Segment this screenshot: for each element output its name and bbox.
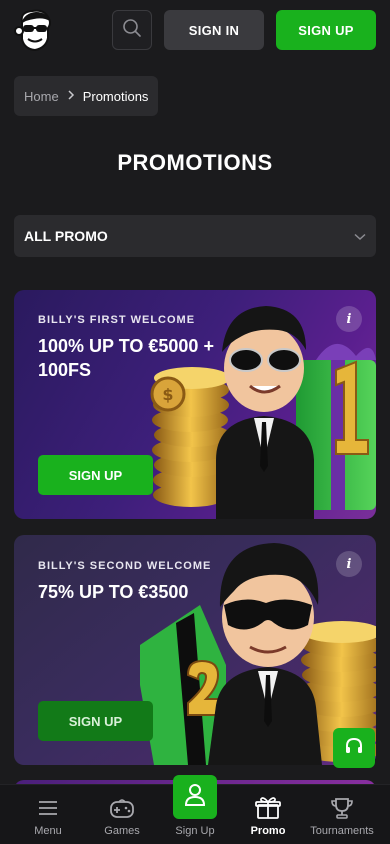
gamepad-icon (109, 795, 135, 821)
chevron-down-icon (354, 228, 366, 244)
promo-card: BILLY'S SECOND WELCOME 75% UP TO €3500 S… (14, 535, 376, 765)
top-header: SIGN IN SIGN UP (0, 0, 390, 62)
search-button[interactable] (112, 10, 152, 50)
nav-label: Sign Up (175, 825, 215, 837)
page-title: PROMOTIONS (117, 150, 273, 175)
bottom-navigation: Menu Games Sign Up Promo Tournaments (0, 775, 390, 844)
promo-card: $ BILLY'S FIRST WELCOME 100% UP TO €5000… (14, 290, 376, 519)
promo-sign-up-button[interactable]: SIGN UP (38, 701, 153, 741)
nav-label: Menu (34, 825, 62, 837)
billy-logo[interactable] (14, 8, 56, 54)
promo-eyebrow: BILLY'S FIRST WELCOME (38, 314, 196, 326)
trophy-icon (330, 795, 354, 821)
promo-filter-value: ALL PROMO (24, 228, 108, 244)
breadcrumb: Home Promotions (14, 76, 159, 116)
sign-up-button[interactable]: SIGN UP (276, 10, 376, 50)
nav-label: Games (104, 825, 140, 837)
promo-headline: 75% UP TO €3500 (38, 580, 188, 604)
hamburger-icon (38, 795, 58, 821)
promo-headline-line: 75% UP TO €3500 (38, 582, 189, 602)
nav-tournaments[interactable]: Tournaments (303, 785, 381, 844)
info-icon[interactable]: i (336, 551, 362, 577)
svg-text:$: $ (162, 385, 173, 404)
sign-in-button[interactable]: SIGN IN (164, 10, 264, 50)
headset-icon (344, 736, 364, 761)
nav-games[interactable]: Games (83, 785, 161, 844)
promo-sign-up-button[interactable]: SIGN UP (38, 455, 153, 495)
breadcrumb-home-link[interactable]: Home (24, 89, 59, 104)
nav-label: Tournaments (310, 825, 374, 837)
info-icon[interactable]: i (336, 306, 362, 332)
promo-headline: 100% UP TO €5000 + 100FS (38, 334, 214, 382)
promo-headline-line: 100% UP TO €5000 + (38, 336, 214, 356)
breadcrumb-current: Promotions (82, 88, 149, 104)
nav-label: Promo (250, 825, 286, 837)
support-chat-button[interactable] (333, 728, 375, 768)
promo-headline-line: 100FS (38, 360, 92, 380)
nav-sign-up[interactable]: Sign Up (156, 785, 234, 844)
nav-menu[interactable]: Menu (9, 785, 87, 844)
search-icon (122, 18, 142, 43)
nav-promo[interactable]: Promo (229, 785, 307, 844)
chevron-right-icon (67, 89, 75, 103)
promo-eyebrow: BILLY'S SECOND WELCOME (38, 560, 212, 572)
promo-filter-select[interactable]: ALL PROMO (14, 215, 376, 257)
gift-icon (255, 795, 281, 821)
